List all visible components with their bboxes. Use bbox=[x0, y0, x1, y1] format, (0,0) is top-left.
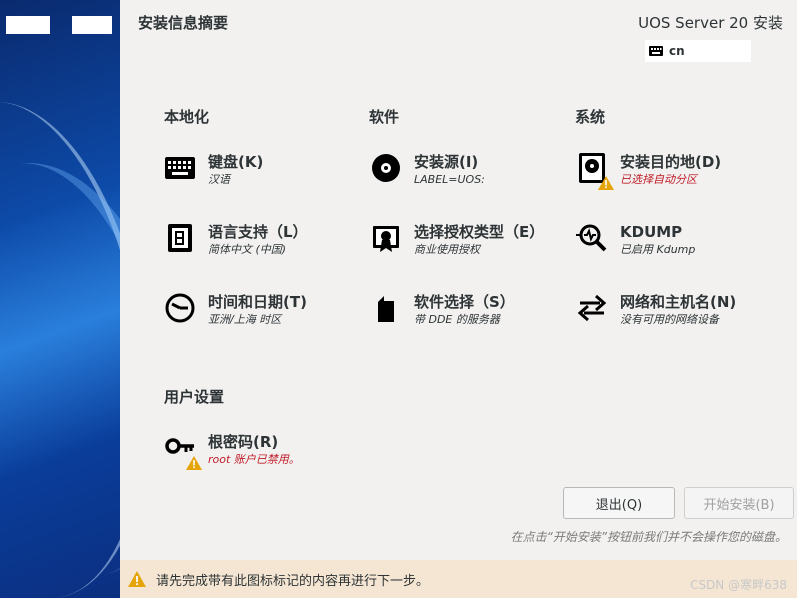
warning-icon bbox=[186, 456, 202, 470]
summary-hub: 安装信息摘要 UOS Server 20 安装 cn 本地化 软件 系统 用户设… bbox=[120, 0, 797, 560]
spoke-kdump[interactable]: KDUMP 已启用 Kdump bbox=[576, 222, 776, 258]
spoke-root-status: root 账户已禁用。 bbox=[208, 453, 300, 466]
spoke-language-name: 语言支持（L） bbox=[208, 223, 308, 241]
spoke-license-type[interactable]: 选择授权类型（E） 商业使用授权 bbox=[370, 222, 570, 258]
spoke-installation-source[interactable]: 安装源(I) LABEL=UOS: bbox=[370, 152, 570, 188]
spoke-selection-status: 带 DDE 的服务器 bbox=[414, 313, 500, 326]
key-icon bbox=[164, 432, 202, 470]
disk-safety-hint: 在点击“开始安装”按钮前我们并不会操作您的磁盘。 bbox=[510, 530, 787, 544]
spoke-language-support[interactable]: 语言支持（L） 简体中文 (中国) bbox=[164, 222, 364, 258]
quit-button[interactable]: 退出(Q) bbox=[563, 487, 675, 519]
spoke-time-name: 时间和日期(T) bbox=[208, 293, 307, 311]
begin-installation-button[interactable]: 开始安装(B) bbox=[684, 487, 794, 519]
hard-disk-icon bbox=[576, 152, 614, 190]
spoke-time-date[interactable]: 时间和日期(T) 亚洲/上海 时区 bbox=[164, 292, 364, 328]
keyboard-icon bbox=[649, 46, 663, 56]
section-title-software: 软件 bbox=[369, 108, 400, 126]
sidebar-branding bbox=[0, 0, 120, 598]
warning-icon bbox=[128, 571, 146, 587]
spoke-destination-name: 安装目的地(D) bbox=[620, 153, 722, 171]
section-title-system: 系统 bbox=[575, 108, 606, 126]
disc-icon bbox=[370, 152, 406, 188]
spoke-source-status: LABEL=UOS: bbox=[414, 173, 485, 186]
warning-icon bbox=[598, 176, 614, 190]
spoke-time-status: 亚洲/上海 时区 bbox=[208, 313, 282, 326]
spoke-network-name: 网络和主机名(N) bbox=[620, 293, 737, 311]
spoke-software-selection[interactable]: 软件选择（S） 带 DDE 的服务器 bbox=[370, 292, 570, 328]
spoke-license-name: 选择授权类型（E） bbox=[414, 223, 545, 241]
spoke-keyboard[interactable]: 键盘(K) 汉语 bbox=[164, 152, 364, 188]
watermark: CSDN @寒畔638 bbox=[690, 578, 787, 592]
keyboard-icon bbox=[164, 152, 200, 188]
keyboard-layout-label: cn bbox=[669, 44, 685, 58]
spoke-destination-status: 已选择自动分区 bbox=[620, 173, 697, 186]
clock-icon bbox=[164, 292, 200, 328]
sidebar-decoration bbox=[0, 139, 120, 598]
spoke-keyboard-status: 汉语 bbox=[208, 173, 230, 186]
spoke-language-status: 简体中文 (中国) bbox=[208, 243, 287, 256]
section-title-user-settings: 用户设置 bbox=[164, 388, 225, 406]
license-icon bbox=[370, 222, 406, 258]
kdump-search-icon bbox=[576, 222, 612, 258]
spoke-root-name: 根密码(R) bbox=[208, 433, 279, 451]
spoke-installation-destination[interactable]: 安装目的地(D) 已选择自动分区 bbox=[576, 152, 776, 190]
spoke-source-name: 安装源(I) bbox=[414, 153, 479, 171]
logo bbox=[72, 16, 112, 34]
logo bbox=[6, 16, 50, 34]
network-arrows-icon bbox=[576, 292, 612, 328]
spoke-license-status: 商业使用授权 bbox=[414, 243, 480, 256]
spoke-keyboard-name: 键盘(K) bbox=[208, 153, 264, 171]
spoke-selection-name: 软件选择（S） bbox=[414, 293, 515, 311]
spoke-network-hostname[interactable]: 网络和主机名(N) 没有可用的网络设备 bbox=[576, 292, 776, 328]
product-title: UOS Server 20 安装 bbox=[638, 14, 783, 32]
package-icon bbox=[370, 292, 406, 328]
spoke-network-status: 没有可用的网络设备 bbox=[620, 313, 719, 326]
language-icon bbox=[164, 222, 200, 258]
keyboard-layout-indicator[interactable]: cn bbox=[645, 40, 751, 62]
spoke-kdump-name: KDUMP bbox=[620, 223, 683, 241]
page-title: 安装信息摘要 bbox=[138, 14, 229, 32]
spoke-kdump-status: 已启用 Kdump bbox=[620, 243, 696, 256]
spoke-root-password[interactable]: 根密码(R) root 账户已禁用。 bbox=[164, 432, 364, 470]
section-title-localization: 本地化 bbox=[164, 108, 210, 126]
warning-bar-text: 请先完成带有此图标标记的内容再进行下一步。 bbox=[156, 573, 430, 589]
